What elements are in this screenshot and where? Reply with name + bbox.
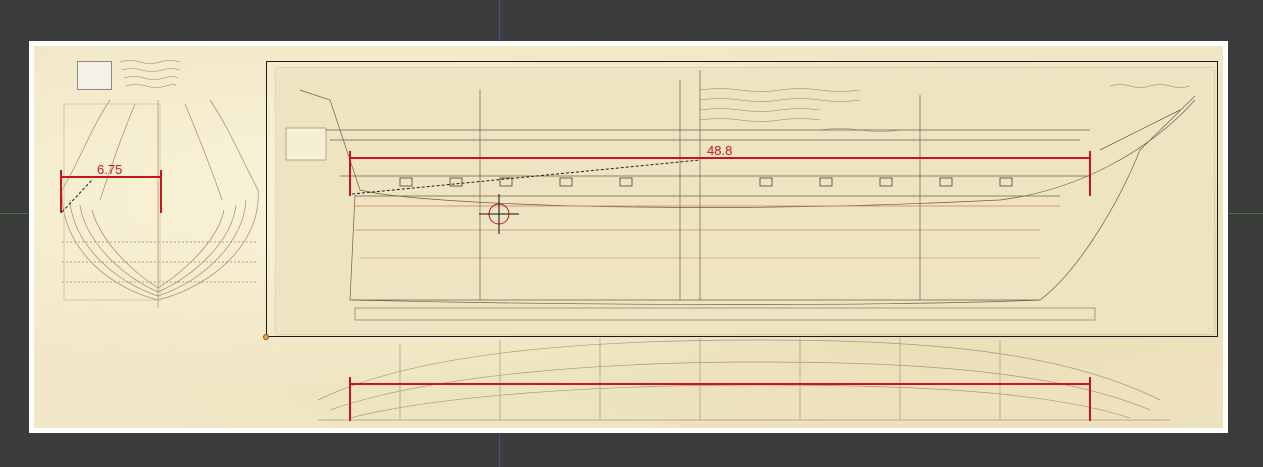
half-breadth-plan [317, 338, 1170, 421]
selection-rectangle[interactable] [266, 61, 1218, 337]
canvas-viewport[interactable]: 6.75 48.8 [0, 0, 1263, 467]
selection-corner-handle[interactable] [263, 334, 269, 340]
beam-measurement-label[interactable]: 6.75 [97, 163, 122, 176]
handwritten-notes [119, 60, 181, 88]
beam-reference-dashed-line [61, 179, 93, 213]
